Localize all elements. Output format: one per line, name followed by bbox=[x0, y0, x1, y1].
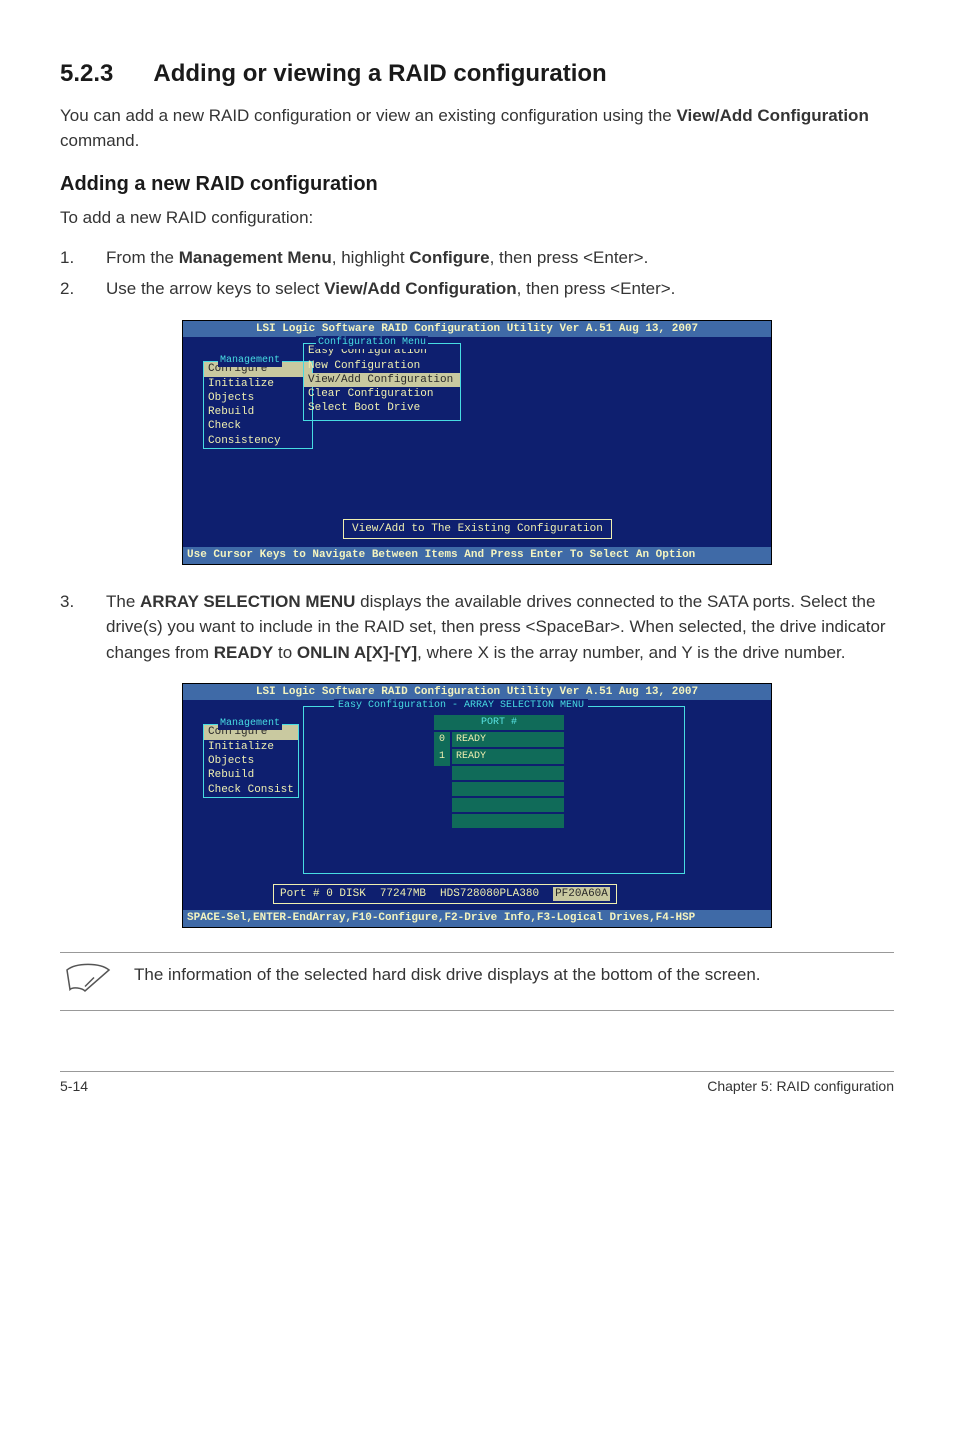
drive-info-bar: Port # 0 DISK 77247MB HDS728080PLA380 PF… bbox=[273, 884, 617, 904]
step-1: 1. From the Management Menu, highlight C… bbox=[60, 245, 894, 271]
size-info: 77247MB bbox=[380, 887, 426, 901]
empty-cell bbox=[452, 766, 564, 780]
note-block: The information of the selected hard dis… bbox=[60, 952, 894, 1011]
menu-item-new-config: New Configuration bbox=[304, 359, 460, 373]
menu-item-rebuild: Rebuild bbox=[204, 405, 312, 419]
console-body: Management Configure Initialize Objects … bbox=[183, 337, 771, 547]
drive-index: 0 bbox=[434, 732, 450, 749]
step-3: 3. The ARRAY SELECTION MENU displays the… bbox=[60, 589, 894, 666]
drive-grid: PORT # 0 READY 1 READY bbox=[434, 715, 564, 830]
lead-paragraph: To add a new RAID configuration: bbox=[60, 206, 894, 231]
menu-item-view-add-config: View/Add Configuration bbox=[304, 373, 460, 387]
subsection-heading: Adding a new RAID configuration bbox=[60, 173, 894, 196]
section-number: 5.2.3 bbox=[60, 60, 113, 88]
step-text: The ARRAY SELECTION MENU displays the av… bbox=[106, 589, 894, 666]
drive-row: 0 READY bbox=[434, 732, 564, 749]
console-title-bar: LSI Logic Software RAID Configuration Ut… bbox=[183, 321, 771, 337]
empty-cell bbox=[452, 814, 564, 828]
menu-item-clear-config: Clear Configuration bbox=[304, 387, 460, 401]
menu-item-check-consistency: Check Consistency bbox=[204, 419, 312, 448]
menu-item-check-consist: Check Consist bbox=[204, 783, 298, 797]
note-icon bbox=[64, 963, 112, 1000]
array-selection-panel: Easy Configuration - ARRAY SELECTION MEN… bbox=[303, 706, 685, 874]
empty-cell bbox=[452, 782, 564, 796]
popup-message: View/Add to The Existing Configuration bbox=[343, 519, 612, 539]
section-heading: 5.2.3 Adding or viewing a RAID configurat… bbox=[60, 60, 894, 88]
management-menu: Management Configure Initialize Objects … bbox=[203, 361, 313, 449]
management-menu: Management Configure Initialize Objects … bbox=[203, 724, 299, 797]
step-text: Use the arrow keys to select View/Add Co… bbox=[106, 276, 675, 302]
step-2: 2. Use the arrow keys to select View/Add… bbox=[60, 276, 894, 302]
menu-label: Management bbox=[218, 354, 282, 367]
menu-label: Management bbox=[218, 717, 282, 730]
port-info: Port # 0 DISK bbox=[280, 887, 366, 901]
step-number: 1. bbox=[60, 245, 106, 271]
step-text: From the Management Menu, highlight Conf… bbox=[106, 245, 648, 271]
page-footer: 5-14 Chapter 5: RAID configuration bbox=[60, 1071, 894, 1094]
console-help-bar: SPACE-Sel,ENTER-EndArray,F10-Configure,F… bbox=[183, 910, 771, 926]
intro-paragraph: You can add a new RAID configuration or … bbox=[60, 104, 894, 153]
drive-index: 1 bbox=[434, 749, 450, 766]
model-info: HDS728080PLA380 bbox=[440, 887, 539, 901]
menu-item-objects: Objects bbox=[204, 754, 298, 768]
panel-label: Easy Configuration - ARRAY SELECTION MEN… bbox=[334, 699, 588, 712]
menu-item-select-boot-drive: Select Boot Drive bbox=[304, 401, 460, 415]
step-number: 2. bbox=[60, 276, 106, 302]
configuration-menu: Configuration Menu Easy Configuration Ne… bbox=[303, 343, 461, 420]
port-header: PORT # bbox=[434, 715, 564, 730]
menu-item-objects: Objects bbox=[204, 391, 312, 405]
drive-status: READY bbox=[452, 732, 564, 747]
drive-row: 1 READY bbox=[434, 749, 564, 766]
menu-item-initialize: Initialize bbox=[204, 377, 312, 391]
firmware-info: PF20A60A bbox=[553, 887, 610, 901]
console-screenshot-2: LSI Logic Software RAID Configuration Ut… bbox=[182, 683, 772, 928]
menu-item-rebuild: Rebuild bbox=[204, 768, 298, 782]
console-screenshot-1: LSI Logic Software RAID Configuration Ut… bbox=[182, 320, 772, 565]
console-help-bar: Use Cursor Keys to Navigate Between Item… bbox=[183, 547, 771, 563]
console-body: Management Configure Initialize Objects … bbox=[183, 700, 771, 910]
empty-cell bbox=[452, 798, 564, 812]
menu-item-initialize: Initialize bbox=[204, 740, 298, 754]
chapter-label: Chapter 5: RAID configuration bbox=[707, 1078, 894, 1094]
drive-status: READY bbox=[452, 749, 564, 764]
section-title: Adding or viewing a RAID configuration bbox=[153, 60, 606, 87]
step-number: 3. bbox=[60, 589, 106, 666]
menu-label: Configuration Menu bbox=[316, 336, 428, 349]
console-title-bar: LSI Logic Software RAID Configuration Ut… bbox=[183, 684, 771, 700]
page-number: 5-14 bbox=[60, 1078, 88, 1094]
note-text: The information of the selected hard dis… bbox=[134, 963, 761, 988]
